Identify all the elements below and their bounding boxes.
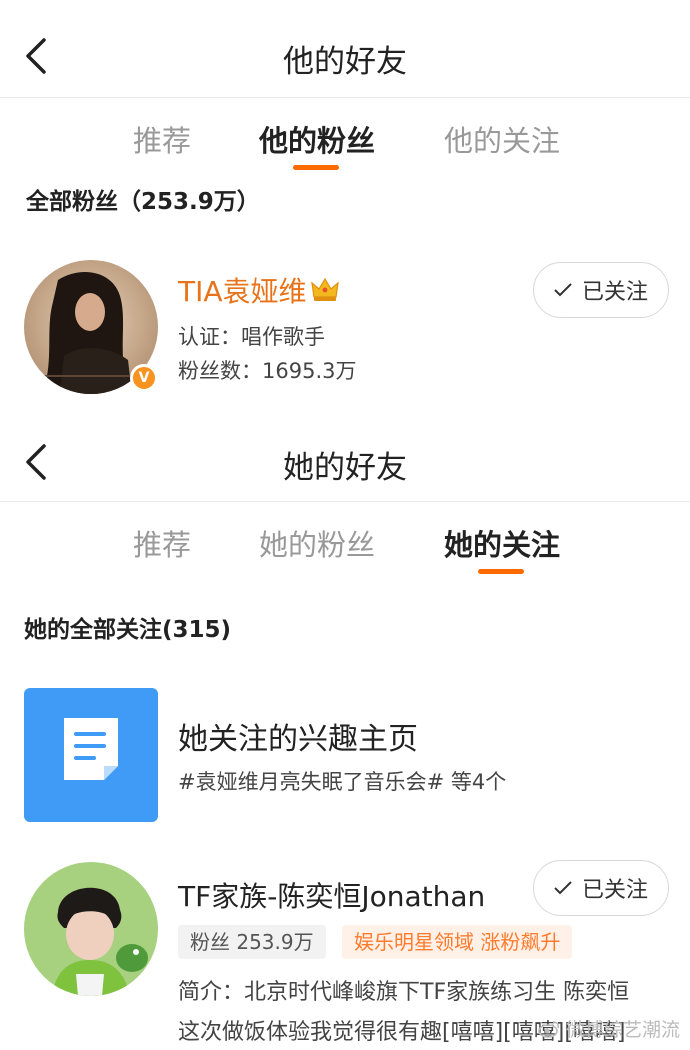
tab-bar: 推荐 他的粉丝 他的关注 bbox=[0, 98, 690, 176]
certification: 认证：唱作歌手 bbox=[178, 325, 325, 349]
active-tab-indicator bbox=[293, 165, 339, 170]
avatar[interactable]: V bbox=[24, 260, 158, 394]
page-title: 她的好友 bbox=[283, 450, 407, 486]
page-title: 他的好友 bbox=[283, 44, 407, 80]
tab-his-fans[interactable]: 他的粉丝 bbox=[259, 118, 375, 160]
followed-label: 已关注 bbox=[581, 280, 648, 305]
following-panel: 她的好友 推荐 她的粉丝 她的关注 她的全部关注(315) 她关注的兴趣主页 #… bbox=[0, 410, 690, 1050]
document-icon bbox=[64, 718, 118, 780]
navbar: 她的好友 bbox=[0, 410, 690, 502]
tab-her-fans[interactable]: 她的粉丝 bbox=[259, 522, 375, 564]
bio-line-1: 简介：北京时代峰峻旗下TF家族练习生 陈奕恒 bbox=[178, 980, 630, 1005]
tab-recommend[interactable]: 推荐 bbox=[133, 118, 191, 160]
tab-his-following[interactable]: 他的关注 bbox=[444, 118, 560, 160]
fans-count-tag: 粉丝 253.9万 bbox=[178, 925, 326, 959]
followed-button[interactable]: 已关注 bbox=[533, 262, 669, 318]
avatar-photo-jonathan bbox=[24, 862, 158, 996]
user-name[interactable]: TF家族-陈奕恒Jonathan bbox=[178, 875, 485, 915]
tab-recommend[interactable]: 推荐 bbox=[133, 522, 191, 564]
verified-badge-icon: V bbox=[130, 364, 158, 392]
navbar: 他的好友 bbox=[0, 0, 690, 98]
watermark-text: 微博综艺潮流 bbox=[565, 1019, 680, 1041]
interest-pages-subtitle: #袁娅维月亮失眠了音乐会# 等4个 bbox=[178, 770, 507, 794]
weibo-logo-icon bbox=[538, 1020, 560, 1038]
fans-panel: 他的好友 推荐 他的粉丝 他的关注 全部粉丝（253.9万） V TIA袁娅维 … bbox=[0, 0, 690, 410]
avatar[interactable] bbox=[24, 862, 158, 996]
tab-bar: 推荐 她的粉丝 她的关注 bbox=[0, 502, 690, 580]
check-icon bbox=[554, 881, 572, 895]
all-fans-count: 全部粉丝（253.9万） bbox=[26, 189, 260, 215]
all-following-count: 她的全部关注(315) bbox=[24, 617, 232, 643]
user-name: TIA袁娅维 bbox=[178, 275, 307, 308]
user-name-row[interactable]: TIA袁娅维 bbox=[178, 270, 339, 310]
fans-count: 粉丝数：1695.3万 bbox=[178, 359, 357, 383]
interest-page-tile[interactable] bbox=[24, 688, 158, 822]
interest-pages-title[interactable]: 她关注的兴趣主页 bbox=[178, 714, 418, 758]
followed-button[interactable]: 已关注 bbox=[533, 860, 669, 916]
crown-icon bbox=[310, 277, 339, 301]
active-tab-indicator bbox=[478, 569, 524, 574]
tab-her-following[interactable]: 她的关注 bbox=[444, 522, 560, 564]
watermark: 微博综艺潮流 bbox=[538, 1015, 680, 1042]
followed-label: 已关注 bbox=[581, 878, 648, 903]
rising-tag: 娱乐明星领域 涨粉飙升 bbox=[342, 925, 573, 959]
check-icon bbox=[554, 283, 572, 297]
